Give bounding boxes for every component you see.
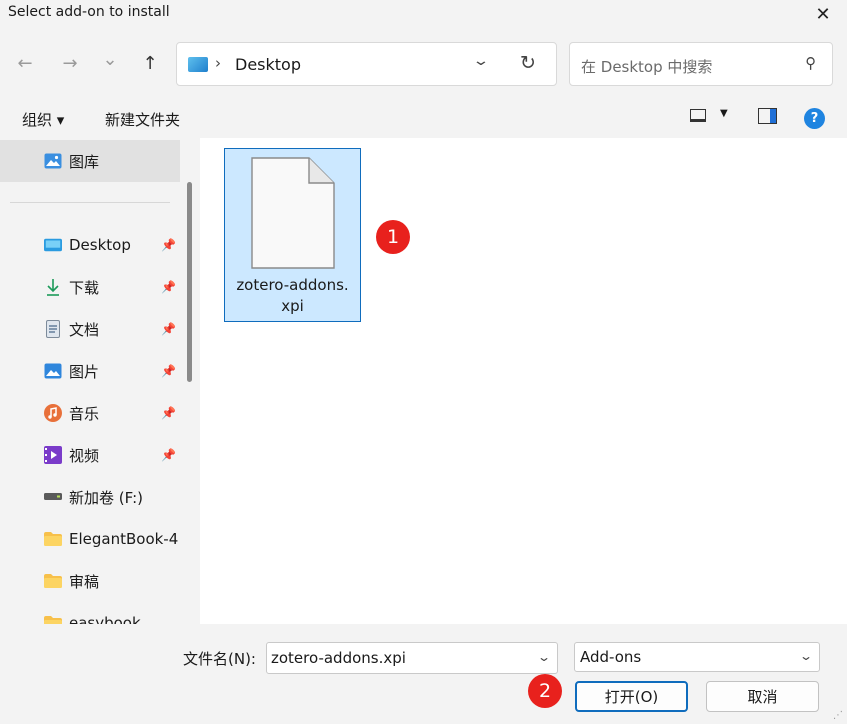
navigation-pane: 图库 Desktop 📌 下载 📌 文档 📌 图片 📌 音乐 📌 视频 📌 新加… [0,138,200,624]
file-list: zotero-addons. xpi 1 [200,138,847,624]
video-icon [44,446,62,464]
navigation-bar: ← → ⌄ ↑ › Desktop ⌄ ↻ 在 Desktop 中搜索 ⚲ [0,36,847,92]
sidebar-item-review[interactable]: 审稿 [0,560,180,602]
pin-icon: 📌 [161,364,176,378]
sidebar-item-videos[interactable]: 视频 📌 [0,434,180,476]
pin-icon: 📌 [161,238,176,252]
filename-label: 文件名(N): [183,650,256,668]
sidebar-item-label: ElegantBook-4 [69,530,179,548]
chevron-down-icon[interactable]: ⌄ [537,650,551,664]
file-name-line: zotero-addons. [236,276,349,294]
back-button[interactable]: ← [11,48,39,78]
sidebar-item-label: 图片 [69,362,100,381]
pin-icon: 📌 [161,448,176,462]
open-button[interactable]: 打开(O) [575,681,688,712]
dialog-title: Select add-on to install [8,4,170,20]
sidebar-item-label: easybook [69,614,141,624]
sidebar-item-label: 审稿 [69,572,100,591]
sidebar-item-label: 视频 [69,446,100,465]
filename-field[interactable]: zotero-addons.xpi ⌄ [266,642,558,674]
sidebar-item-label: 新加卷 (F:) [69,488,143,507]
search-placeholder: 在 Desktop 中搜索 [581,58,713,76]
filetype-value: Add-ons [580,648,642,666]
view-mode-icon[interactable] [690,109,706,122]
close-button[interactable]: ✕ [809,2,837,26]
file-icon [251,157,335,273]
sidebar-item-music[interactable]: 音乐 📌 [0,392,180,434]
search-icon: ⚲ [805,54,816,72]
chevron-down-icon[interactable]: ⌄ [799,649,813,663]
help-icon[interactable]: ? [804,108,825,129]
pin-icon: 📌 [161,280,176,294]
sidebar-item-drive-f[interactable]: 新加卷 (F:) [0,476,180,518]
sidebar-item-label: 下载 [69,278,100,297]
filetype-select[interactable]: Add-ons ⌄ [574,642,820,672]
annotation-badge-1: 1 [376,220,410,254]
forward-button[interactable]: → [56,48,84,78]
breadcrumb-location[interactable]: Desktop [235,55,301,74]
sidebar-divider [10,202,170,203]
gallery-icon [44,153,62,169]
sidebar-item-label: Desktop [69,236,131,254]
cancel-button[interactable]: 取消 [706,681,819,712]
up-button[interactable]: ↑ [136,48,164,78]
sidebar-item-gallery[interactable]: 图库 [0,140,180,182]
view-options-caret-icon[interactable]: ▼ [720,108,728,119]
folder-icon [44,615,62,624]
sidebar-item-label: 音乐 [69,404,100,423]
sidebar-item-easybook[interactable]: easybook [0,602,180,624]
sidebar-item-label: 文档 [69,320,100,339]
title-bar: Select add-on to install ✕ [0,0,847,30]
document-icon [44,320,62,338]
address-bar[interactable]: › Desktop ⌄ ↻ [176,42,557,86]
pin-icon: 📌 [161,322,176,336]
pin-icon: 📌 [161,406,176,420]
sidebar-item-desktop[interactable]: Desktop 📌 [0,224,180,266]
file-name-line: xpi [281,297,304,315]
command-bar: 组织 ▾ 新建文件夹 ▼ ? [0,100,847,138]
annotation-badge-2: 2 [528,674,562,708]
file-open-dialog: Select add-on to install ✕ ← → ⌄ ↑ › Des… [0,0,847,724]
drive-icon [44,489,62,505]
file-item-zotero-addons[interactable]: zotero-addons. xpi [224,148,361,322]
folder-icon [44,573,62,589]
sidebar-item-elegantbook[interactable]: ElegantBook-4 [0,518,180,560]
desktop-icon [44,237,62,253]
file-name: zotero-addons. xpi [225,275,360,317]
pictures-icon [44,363,62,379]
sidebar-item-pictures[interactable]: 图片 📌 [0,350,180,392]
breadcrumb-separator: › [215,54,221,72]
preview-pane-icon[interactable] [758,108,777,124]
dialog-footer: 文件名(N): zotero-addons.xpi ⌄ Add-ons ⌄ 2 … [0,624,847,724]
sidebar-scrollbar[interactable] [187,182,192,382]
music-icon [44,404,62,422]
folder-icon [44,531,62,547]
new-folder-button[interactable]: 新建文件夹 [105,109,180,130]
sidebar-item-label: 图库 [69,152,100,171]
desktop-icon [188,57,208,72]
search-input[interactable]: 在 Desktop 中搜索 ⚲ [569,42,833,86]
refresh-button[interactable]: ↻ [520,52,536,74]
sidebar-item-downloads[interactable]: 下载 📌 [0,266,180,308]
resize-grip-icon[interactable]: ⋰ [833,710,843,721]
address-history-chevron-icon[interactable]: ⌄ [472,53,490,69]
filename-value[interactable]: zotero-addons.xpi [271,649,406,667]
recent-locations-button[interactable]: ⌄ [96,44,124,74]
sidebar-item-documents[interactable]: 文档 📌 [0,308,180,350]
organize-menu-button[interactable]: 组织 ▾ [22,109,64,130]
download-icon [44,279,62,296]
